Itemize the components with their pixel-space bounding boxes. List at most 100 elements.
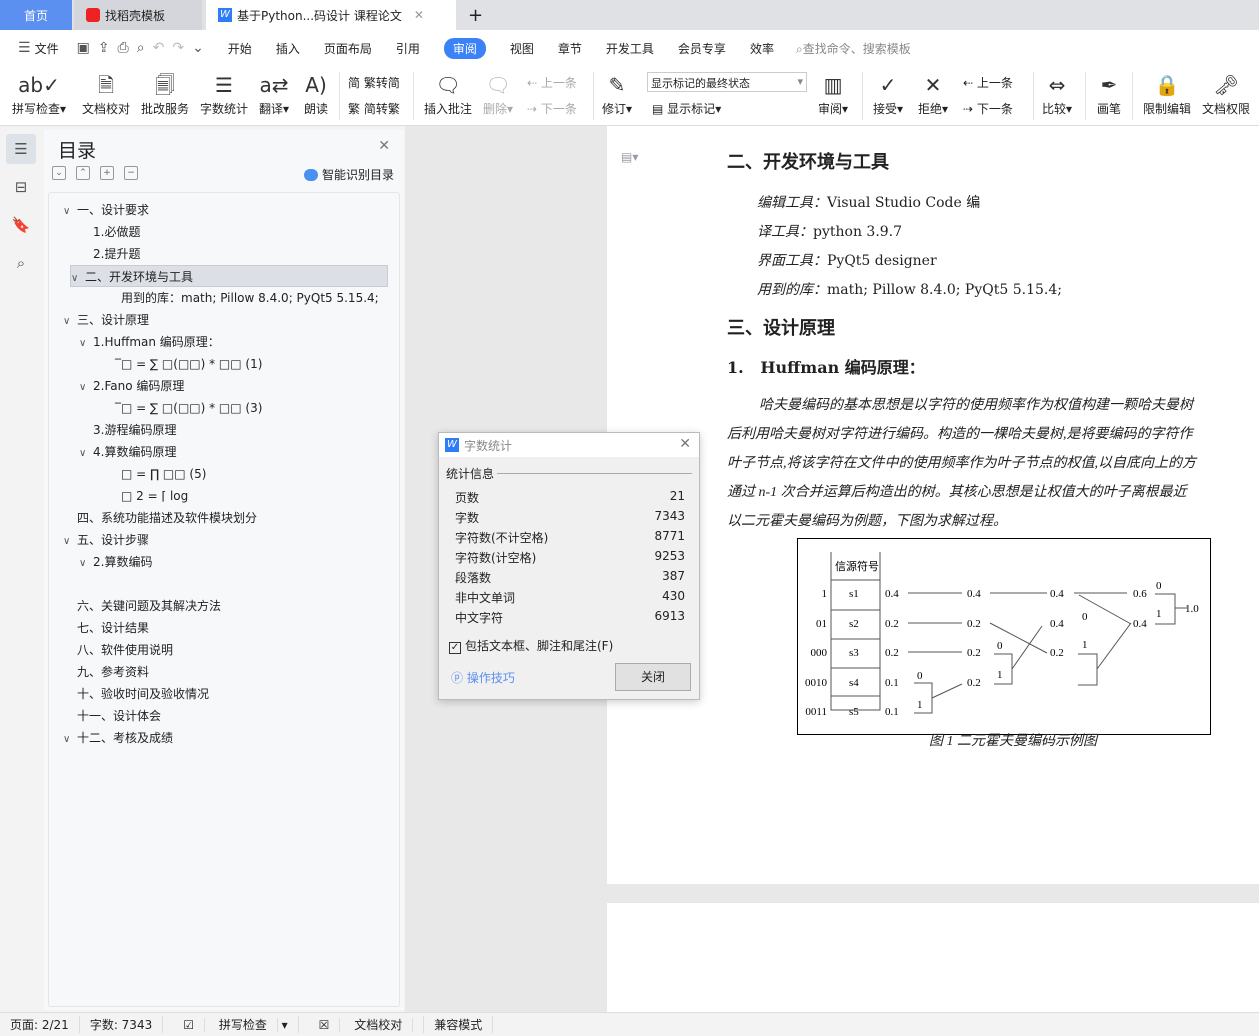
smart-toc-button[interactable]: 智能识别目录 xyxy=(303,166,394,183)
minus-icon[interactable]: − xyxy=(124,166,138,180)
next-comment-button[interactable]: ⇢ 下一条 xyxy=(527,100,577,117)
export-icon[interactable]: ⇪ xyxy=(98,40,110,56)
pen-button[interactable]: ✒ 画笔 xyxy=(1097,70,1121,117)
menu-section[interactable]: 章节 xyxy=(558,40,582,57)
chevron-down-icon[interactable]: ∨ xyxy=(63,201,77,223)
menu-efficiency[interactable]: 效率 xyxy=(750,40,774,57)
restrict-edit-button[interactable]: 🔒 限制编辑 xyxy=(1143,70,1191,117)
tab-home[interactable]: 首页 xyxy=(0,0,72,30)
toc-item[interactable]: ∨ 4.算数编码原理 xyxy=(49,441,399,463)
chevron-down-icon[interactable]: ∨ xyxy=(63,311,77,333)
toc-item[interactable]: 九、参考资料 xyxy=(49,661,399,683)
print-icon[interactable]: ⎙ xyxy=(118,40,129,56)
undo-icon[interactable]: ↶ xyxy=(153,40,165,56)
toc-item[interactable]: ∨ 五、设计步骤 xyxy=(49,529,399,551)
chevron-down-icon[interactable]: ∨ xyxy=(79,333,93,355)
toc-item[interactable]: 1.必做题 xyxy=(49,221,399,243)
tips-link[interactable]: ⓟ 操作技巧 xyxy=(451,669,515,686)
next-change-button[interactable]: ⇢ 下一条 xyxy=(963,100,1013,117)
redo-icon[interactable]: ↷ xyxy=(172,40,184,56)
menu-member[interactable]: 会员专享 xyxy=(678,40,726,57)
chevron-down-icon[interactable]: ∨ xyxy=(79,443,93,465)
menu-review[interactable]: 审阅 xyxy=(443,37,486,59)
review-pane-button[interactable]: ▥ 审阅▾ xyxy=(818,70,848,117)
page-options-icon[interactable]: ▤▾ xyxy=(621,150,638,164)
translate-button[interactable]: a⇄ 翻译▾ xyxy=(259,70,289,117)
preview-icon[interactable]: ⌕ xyxy=(137,40,145,56)
accept-button[interactable]: ✓ 接受▾ xyxy=(873,70,903,117)
toc-item[interactable]: ∨ 三、设计原理 xyxy=(49,309,399,331)
menu-references[interactable]: 引用 xyxy=(396,40,420,57)
menu-layout[interactable]: 页面布局 xyxy=(324,40,372,57)
toc-item[interactable]: 十、验收时间及验收情况 xyxy=(49,683,399,705)
toc-item[interactable]: 2.提升题 xyxy=(49,243,399,265)
close-icon[interactable]: ✕ xyxy=(679,436,691,452)
close-button[interactable]: 关闭 xyxy=(615,663,691,691)
tab-template[interactable]: 找稻壳模板 xyxy=(74,0,202,30)
toc-item[interactable]: 用到的库：math; Pillow 8.4.0; PyQt5 5.15.4; xyxy=(49,287,399,309)
toc-item[interactable]: ∨ 十二、考核及成绩 xyxy=(49,727,399,749)
spell-check-button[interactable]: ab✓ 拼写检查▾ xyxy=(12,70,66,117)
chevron-down-icon[interactable]: ∨ xyxy=(79,377,93,399)
include-textbox-checkbox[interactable]: ✓ 包括文本框、脚注和尾注(F) xyxy=(449,637,613,654)
toc-item[interactable]: ∨ 2.Fano 编码原理 xyxy=(49,375,399,397)
spell-check-status[interactable]: ☑ 拼写检查 ▾ xyxy=(163,1016,299,1033)
compare-button[interactable]: ⇔ 比较▾ xyxy=(1042,70,1072,117)
review-service-button[interactable]: 🗐 批改服务 xyxy=(141,70,189,117)
toc-item[interactable]: 七、设计结果 xyxy=(49,617,399,639)
read-aloud-button[interactable]: A) 朗读 xyxy=(304,70,328,117)
toc-item[interactable]: ∨ 一、设计要求 xyxy=(49,199,399,221)
outline-icon[interactable]: ⊟ xyxy=(6,172,36,202)
revise-button[interactable]: ✎ 修订▾ xyxy=(602,70,632,117)
word-count-button[interactable]: ☰ 字数统计 xyxy=(200,70,248,117)
toc-item[interactable]: 3.游程编码原理 xyxy=(49,419,399,441)
new-tab-button[interactable]: + xyxy=(456,0,495,30)
tab-document[interactable]: W 基于Python...码设计 课程论文 ✕ xyxy=(206,0,456,30)
menu-developer[interactable]: 开发工具 xyxy=(606,40,654,57)
close-icon[interactable]: ✕ xyxy=(414,8,424,22)
bookmark-icon[interactable]: 🔖 xyxy=(6,210,36,240)
word-count[interactable]: 字数: 7343 xyxy=(80,1016,164,1033)
reject-button[interactable]: ✕ 拒绝▾ xyxy=(918,70,948,117)
expand-down-icon[interactable]: ⌄ xyxy=(52,166,66,180)
toc-icon[interactable]: ☰ xyxy=(6,134,36,164)
toc-item[interactable]: ∨ 二、开发环境与工具 xyxy=(70,265,388,287)
chevron-down-icon[interactable]: ∨ xyxy=(79,553,93,575)
prev-comment-button[interactable]: ⇠ 上一条 xyxy=(527,74,577,91)
toc-item[interactable] xyxy=(49,573,399,595)
delete-comment-button[interactable]: 🗨 删除▾ xyxy=(483,70,513,117)
plus-icon[interactable]: + xyxy=(100,166,114,180)
chevron-down-icon[interactable]: ∨ xyxy=(63,531,77,553)
toc-item[interactable]: 十一、设计体会 xyxy=(49,705,399,727)
t2s-button[interactable]: 简 繁转简 xyxy=(348,74,400,91)
toc-item[interactable]: □ = ∏ □□ (5) xyxy=(49,463,399,485)
chevron-down-icon[interactable]: ∨ xyxy=(71,268,85,290)
show-markup-button[interactable]: ▤ 显示标记▾ xyxy=(652,100,721,117)
toc-item[interactable]: 八、软件使用说明 xyxy=(49,639,399,661)
markup-state-select[interactable]: 显示标记的最终状态 ▾ xyxy=(647,72,807,92)
more-icon[interactable]: ⌄ xyxy=(192,40,204,56)
prev-change-button[interactable]: ⇠ 上一条 xyxy=(963,74,1013,91)
hamburger-icon[interactable]: ☰ xyxy=(18,40,31,56)
search-icon[interactable]: ⌕ xyxy=(6,248,36,278)
toc-item[interactable]: ∨ 2.算数编码 xyxy=(49,551,399,573)
doc-rights-button[interactable]: 🗝 文档权限 xyxy=(1202,70,1250,117)
page-indicator[interactable]: 页面: 2/21 xyxy=(0,1016,80,1033)
toc-item[interactable]: 四、系统功能描述及软件模块划分 xyxy=(49,507,399,529)
s2t-button[interactable]: 繁 简转繁 xyxy=(348,100,400,117)
toc-item[interactable]: ̅□ = ∑ □(□□) * □□ (1) xyxy=(49,353,399,375)
toc-item[interactable]: 六、关键问题及其解决方法 xyxy=(49,595,399,617)
search-command[interactable]: ⌕查找命令、搜索模板 xyxy=(796,40,911,57)
close-icon[interactable]: ✕ xyxy=(378,138,390,154)
chevron-down-icon[interactable]: ∨ xyxy=(63,729,77,751)
save-icon[interactable]: ▣ xyxy=(77,40,90,56)
collapse-up-icon[interactable]: ⌃ xyxy=(76,166,90,180)
toc-item[interactable]: □ 2 = ⌈ log xyxy=(49,485,399,507)
menu-view[interactable]: 视图 xyxy=(510,40,534,57)
menu-file[interactable]: 文件 xyxy=(35,40,59,57)
insert-comment-button[interactable]: 🗨 插入批注 xyxy=(424,70,472,117)
proofread-button[interactable]: 🗎 文档校对 xyxy=(82,70,130,117)
menu-start[interactable]: 开始 xyxy=(228,40,252,57)
menu-insert[interactable]: 插入 xyxy=(276,40,300,57)
proofread-status[interactable]: ☒ 文档校对 xyxy=(299,1016,425,1033)
